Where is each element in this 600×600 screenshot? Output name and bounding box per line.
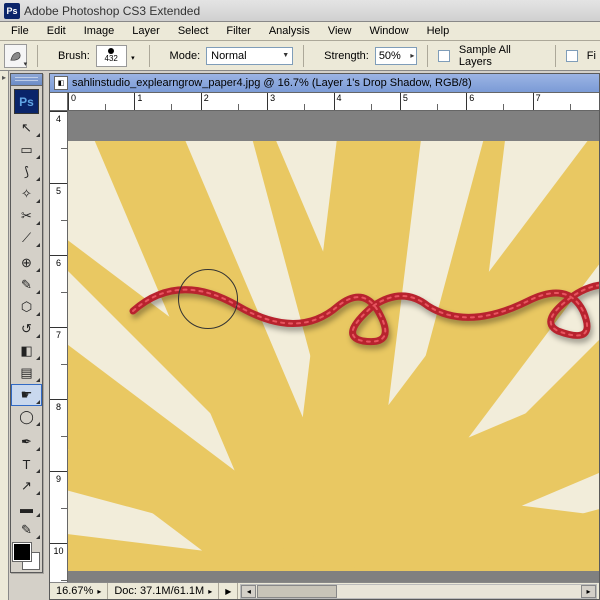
menu-filter[interactable]: Filter: [217, 23, 259, 39]
brush-label: Brush:: [58, 50, 90, 62]
divider: [427, 45, 428, 67]
menu-window[interactable]: Window: [360, 23, 417, 39]
mode-value: Normal: [211, 50, 246, 62]
document-title: sahlinstudio_explearngrow_paper4.jpg @ 1…: [72, 77, 472, 89]
history-brush-tool[interactable]: ↺: [11, 318, 42, 340]
pen-tool[interactable]: ✒: [11, 431, 42, 453]
shape-tool[interactable]: ▬: [11, 497, 42, 519]
brush-size: 432: [105, 54, 118, 63]
status-arrow-icon[interactable]: ▶: [219, 583, 238, 599]
menu-select[interactable]: Select: [169, 23, 218, 39]
foreground-color-swatch[interactable]: [13, 543, 31, 561]
menu-layer[interactable]: Layer: [123, 23, 169, 39]
document-title-bar[interactable]: ◧ sahlinstudio_explearngrow_paper4.jpg @…: [50, 74, 599, 93]
scroll-thumb[interactable]: [257, 585, 337, 598]
marquee-tool[interactable]: ▭: [11, 139, 42, 161]
current-tool-preset[interactable]: [4, 44, 27, 68]
sample-all-layers-checkbox[interactable]: [438, 50, 450, 62]
options-bar: Brush: 432 Mode: Normal Strength: 50% Sa…: [0, 41, 600, 71]
document-window: ◧ sahlinstudio_explearngrow_paper4.jpg @…: [49, 73, 600, 600]
canvas[interactable]: [68, 141, 599, 571]
divider: [149, 45, 150, 67]
divider: [303, 45, 304, 67]
menu-image[interactable]: Image: [75, 23, 124, 39]
sample-all-layers-label: Sample All Layers: [459, 44, 543, 68]
divider: [555, 45, 556, 67]
ps-logo-icon: Ps: [14, 89, 39, 114]
app-title: Adobe Photoshop CS3 Extended: [24, 4, 200, 18]
divider: [37, 45, 38, 67]
finger-paint-checkbox[interactable]: [566, 50, 578, 62]
expand-dock-icon[interactable]: ▸: [0, 73, 8, 82]
zoom-level[interactable]: 16.67%: [50, 583, 108, 599]
type-tool[interactable]: T: [11, 453, 42, 475]
quick-select-tool[interactable]: ✧: [11, 183, 42, 205]
menu-analysis[interactable]: Analysis: [260, 23, 319, 39]
toolbox: Ps ↖▭⟆✧✂⟋⊕✎⬡↺◧▤☛◯✒T↗▬✎: [10, 73, 43, 573]
mode-select[interactable]: Normal: [206, 47, 293, 65]
app-icon: Ps: [4, 3, 20, 19]
brush-tool[interactable]: ✎: [11, 274, 42, 296]
healing-tool[interactable]: ⊕: [11, 252, 42, 274]
vertical-ruler[interactable]: 45678910: [50, 111, 68, 599]
stamp-tool[interactable]: ⬡: [11, 296, 42, 318]
menu-bar: FileEditImageLayerSelectFilterAnalysisVi…: [0, 22, 600, 41]
slice-tool[interactable]: ⟋: [11, 227, 42, 249]
finger-paint-label: Fi: [587, 50, 596, 62]
horizontal-ruler[interactable]: 01234567: [68, 93, 599, 111]
brush-picker[interactable]: 432: [96, 45, 127, 67]
scroll-right-button[interactable]: ▸: [581, 585, 596, 598]
ruler-origin[interactable]: [50, 93, 68, 111]
toolbox-grip[interactable]: [11, 74, 42, 86]
menu-view[interactable]: View: [319, 23, 361, 39]
path-select-tool[interactable]: ↗: [11, 475, 42, 497]
dock-strip: ▸: [0, 71, 9, 600]
color-swatches[interactable]: [13, 543, 40, 570]
eraser-tool[interactable]: ◧: [11, 340, 42, 362]
scroll-left-button[interactable]: ◂: [241, 585, 256, 598]
strength-input[interactable]: 50%: [375, 47, 418, 65]
document-icon: ◧: [54, 76, 68, 90]
canvas-area[interactable]: [68, 111, 599, 582]
smudge-tool[interactable]: ☛: [11, 384, 42, 406]
brush-cursor-icon: [178, 269, 238, 329]
gradient-tool[interactable]: ▤: [11, 362, 42, 384]
strength-label: Strength:: [324, 50, 369, 62]
dodge-tool[interactable]: ◯: [11, 406, 42, 428]
strength-value: 50%: [379, 50, 401, 62]
menu-help[interactable]: Help: [418, 23, 459, 39]
status-bar: 16.67% Doc: 37.1M/61.1M ▶ ◂ ▸: [50, 582, 599, 599]
doc-info[interactable]: Doc: 37.1M/61.1M: [108, 583, 219, 599]
lasso-tool[interactable]: ⟆: [11, 161, 42, 183]
smudge-icon: [8, 48, 23, 63]
title-bar: Ps Adobe Photoshop CS3 Extended: [0, 0, 600, 22]
menu-edit[interactable]: Edit: [38, 23, 75, 39]
move-tool[interactable]: ↖: [11, 117, 42, 139]
horizontal-scrollbar[interactable]: ◂ ▸: [240, 584, 597, 599]
menu-file[interactable]: File: [2, 23, 38, 39]
mode-label: Mode:: [170, 50, 201, 62]
notes-tool[interactable]: ✎: [11, 519, 42, 541]
crop-tool[interactable]: ✂: [11, 205, 42, 227]
